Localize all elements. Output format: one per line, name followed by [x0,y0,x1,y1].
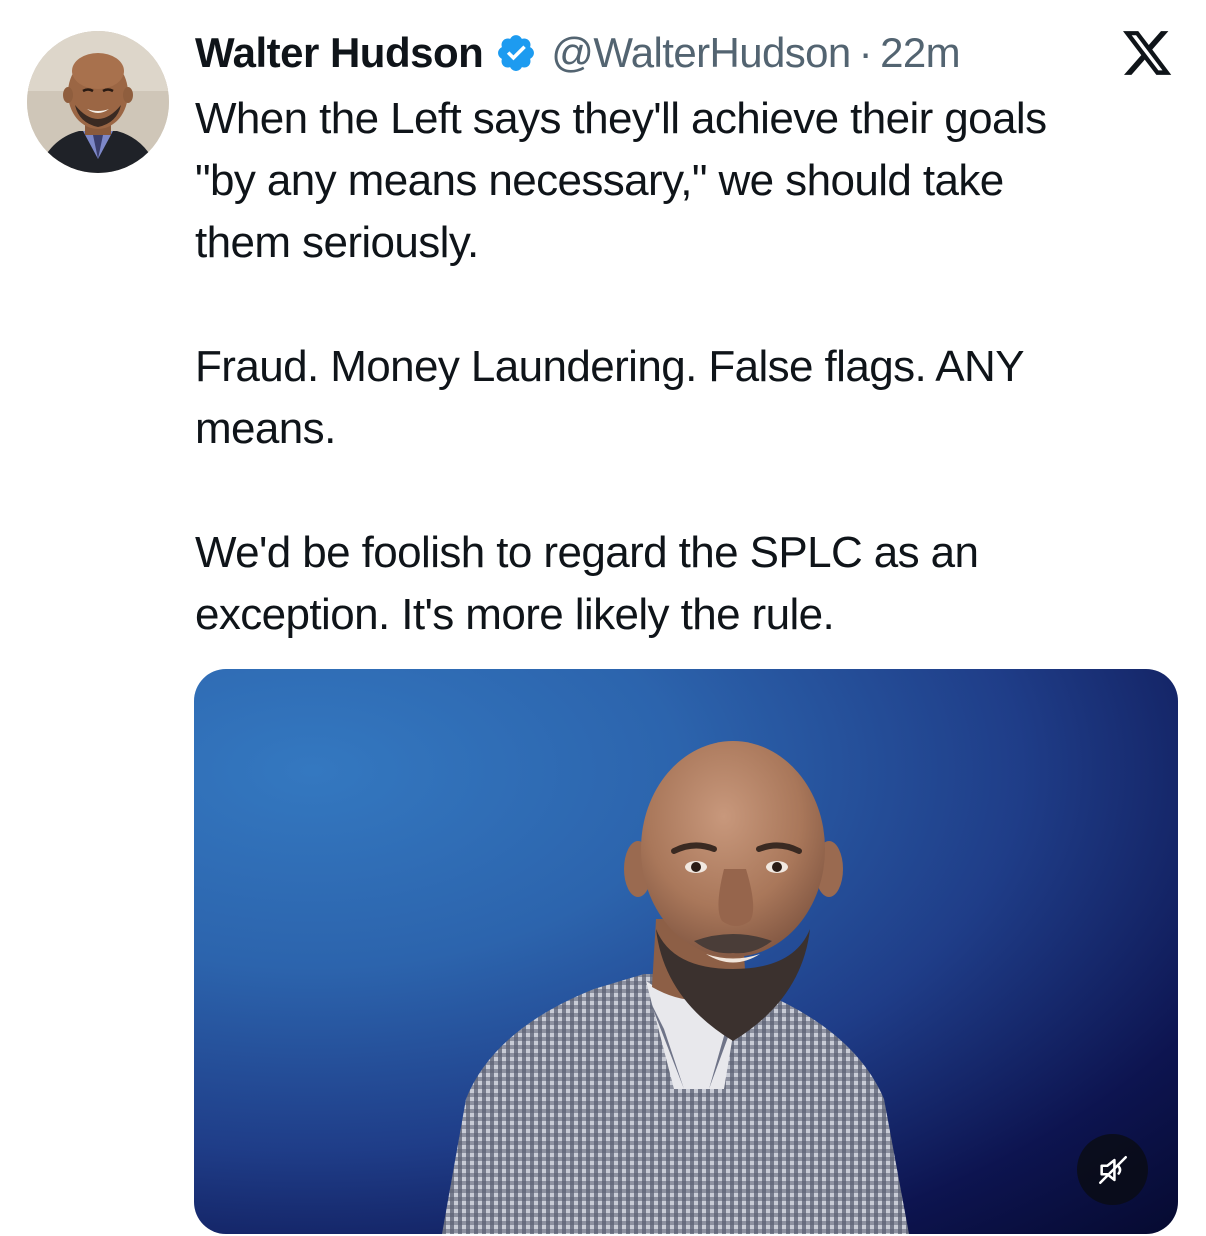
post-timestamp[interactable]: 22m [880,29,961,77]
separator-dot: · [858,29,873,76]
avatar[interactable] [27,31,169,173]
author-name[interactable]: Walter Hudson [195,29,484,77]
tweet-paragraph: Fraud. Money Laundering. False flags. AN… [195,342,1025,453]
x-logo-icon[interactable] [1123,31,1173,77]
tweet-text: When the Left says they'll achieve their… [195,88,1185,646]
verified-badge-icon [495,32,537,74]
tweet-header: Walter Hudson @WalterHudson · 22m [195,26,961,80]
author-handle[interactable]: @WalterHudson [551,29,851,77]
mute-toggle-button[interactable] [1077,1134,1148,1205]
video-player[interactable] [194,669,1178,1234]
video-frame [442,741,909,1234]
tweet-paragraph: When the Left says they'll achieve their… [195,94,1047,267]
avatar-photo [27,31,169,173]
speaker-muted-icon [1098,1155,1127,1184]
tweet-paragraph: We'd be foolish to regard the SPLC as an… [195,528,979,639]
